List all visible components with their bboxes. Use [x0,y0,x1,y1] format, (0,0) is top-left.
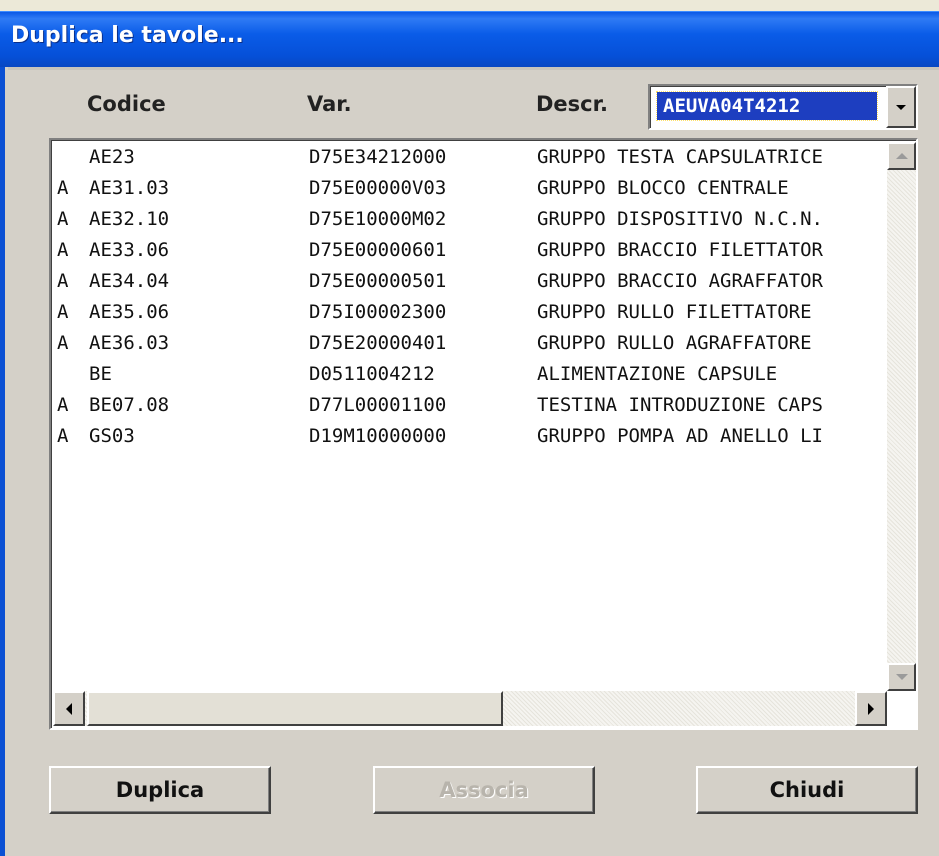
list-item[interactable]: BE D0511004212 ALIMENTAZIONE CAPSULE [53,359,887,390]
scroll-up-button[interactable] [887,142,916,170]
horizontal-scrollbar[interactable] [53,691,887,726]
associa-button[interactable]: Associa [373,766,595,814]
row-description: GRUPPO BRACCIO AGRAFFATOR [537,270,823,292]
horizontal-scroll-thumb[interactable] [87,691,503,726]
row-code: BE [89,363,112,385]
row-flag: A [57,394,69,416]
scroll-down-arrow-icon [895,674,908,680]
row-code: AE33.06 [89,239,170,261]
column-header-var: Var. [307,92,352,116]
list-item[interactable]: A AE36.03 D75E20000401 GRUPPO RULLO AGRAFFA… [53,328,887,359]
row-variant: D77L00001100 [309,394,447,416]
row-code: GS03 [89,425,135,447]
scroll-up-arrow-icon [895,153,908,159]
chevron-down-icon [896,104,906,110]
list-item[interactable]: A BE07.08 D77L00001100 TESTINA INTRODUZIONE… [53,390,887,421]
row-flag: A [57,177,69,199]
row-flag: A [57,270,69,292]
tables-list[interactable]: AE23 D75E34212000 GRUPPO TESTA CAPSULATRIC… [49,138,918,730]
descr-combo-box[interactable]: AEUVA04T4212 [648,84,918,130]
vertical-scrollbar[interactable] [887,142,916,691]
row-variant: D19M10000000 [309,425,447,447]
combo-selected-value[interactable]: AEUVA04T4212 [656,91,878,121]
scroll-left-arrow-icon [66,702,72,715]
row-variant: D75E00000V03 [309,177,447,199]
column-header-codice: Codice [87,92,166,116]
scrollbar-corner [887,691,916,726]
row-variant: D0511004212 [309,363,435,385]
row-flag: A [57,239,69,261]
row-variant: D75E20000401 [309,332,447,354]
row-variant: D75E00000601 [309,239,447,261]
row-flag: A [57,332,69,354]
scroll-right-arrow-icon [868,702,874,715]
row-code: AE36.03 [89,332,170,354]
row-description: ALIMENTAZIONE CAPSULE [537,363,778,385]
row-code: AE34.04 [89,270,170,292]
row-variant: D75E10000M02 [309,208,447,230]
row-variant: D75E34212000 [309,146,447,168]
list-item[interactable]: A AE35.06 D75I00002300 GRUPPO RULLO FILETTA… [53,297,887,328]
row-description: GRUPPO BRACCIO FILETTATOR [537,239,823,261]
list-item[interactable]: A AE31.03 D75E00000V03 GRUPPO BLOCCO CENTRA… [53,173,887,204]
list-rows: AE23 D75E34212000 GRUPPO TESTA CAPSULATRIC… [53,142,887,691]
scroll-left-button[interactable] [53,691,85,726]
row-variant: D75E00000501 [309,270,447,292]
window-title: Duplica le tavole... [11,23,244,48]
row-variant: D75I00002300 [309,301,447,323]
row-description: TESTINA INTRODUZIONE CAPS [537,394,823,416]
scroll-right-button[interactable] [855,691,887,726]
row-code: AE35.06 [89,301,170,323]
scroll-down-button[interactable] [887,663,916,691]
title-bar[interactable]: Duplica le tavole... [0,11,939,67]
row-description: GRUPPO RULLO AGRAFFATORE [537,332,812,354]
row-flag: A [57,425,69,447]
row-description: GRUPPO DISPOSITIVO N.C.N. [537,208,823,230]
row-description: GRUPPO RULLO FILETTATORE [537,301,812,323]
row-flag: A [57,208,69,230]
row-description: GRUPPO POMPA AD ANELLO LI [537,425,823,447]
row-description: GRUPPO BLOCCO CENTRALE [537,177,789,199]
row-code: BE07.08 [89,394,170,416]
client-top-shade [8,67,939,70]
row-description: GRUPPO TESTA CAPSULATRICE [537,146,823,168]
list-item[interactable]: A GS03 D19M10000000 GRUPPO POMPA AD ANELLO … [53,421,887,452]
duplica-button[interactable]: Duplica [49,766,271,814]
chiudi-button[interactable]: Chiudi [696,766,918,814]
combo-dropdown-button[interactable] [886,86,916,128]
row-flag: A [57,301,69,323]
row-code: AE32.10 [89,208,170,230]
row-code: AE23 [89,146,135,168]
row-code: AE31.03 [89,177,170,199]
list-item[interactable]: A AE34.04 D75E00000501 GRUPPO BRACCIO AGRAF… [53,266,887,297]
list-item[interactable]: AE23 D75E34212000 GRUPPO TESTA CAPSULATRIC… [53,142,887,173]
column-header-descr: Descr. [536,92,608,116]
list-item[interactable]: A AE33.06 D75E00000601 GRUPPO BRACCIO FILET… [53,235,887,266]
list-item[interactable]: A AE32.10 D75E10000M02 GRUPPO DISPOSITIVO N… [53,204,887,235]
